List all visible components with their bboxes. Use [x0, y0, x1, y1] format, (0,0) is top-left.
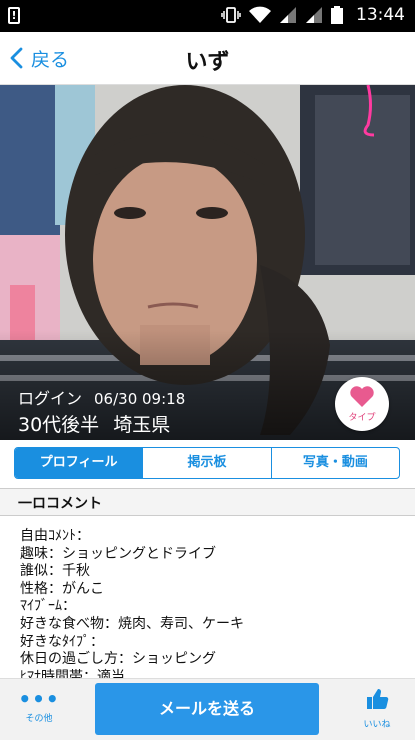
more-label: その他	[25, 714, 53, 724]
tab-profile[interactable]: プロフィール	[15, 448, 144, 478]
login-label: ログイン	[18, 389, 83, 408]
more-button[interactable]: ••• その他	[14, 689, 64, 724]
login-info: ログイン 06/30 09:18	[18, 385, 185, 409]
status-time: 13:44	[356, 5, 405, 25]
heart-icon	[350, 386, 374, 407]
tab-photos-videos[interactable]: 写真・動画	[272, 448, 399, 478]
tab-bulletin-board[interactable]: 掲示板	[143, 448, 272, 478]
login-time: 06/30 09:18	[94, 390, 186, 408]
signal-2-icon	[306, 7, 322, 23]
profile-tabs: プロフィール 掲示板 写真・動画	[14, 447, 400, 479]
prefecture-text: 埼玉県	[113, 414, 171, 436]
thumbs-up-icon	[367, 689, 389, 709]
type-label: タイプ	[348, 413, 376, 423]
page-title: いず	[185, 50, 230, 75]
type-button[interactable]: タイプ	[335, 377, 389, 431]
comment-line: 性格：がんこ	[20, 580, 104, 597]
vibrate-icon	[221, 7, 241, 23]
comment-line: 趣味：ショッピングとドライブ	[20, 545, 216, 562]
comment-section-header: 一ロコメント	[0, 488, 415, 516]
comment-line: 好きな食べ物：焼肉、寿司、ケーキ	[20, 615, 244, 632]
profile-summary: 30代後半 埼玉県	[18, 410, 170, 437]
status-icons	[221, 6, 343, 24]
battery-icon	[331, 6, 343, 24]
profile-photo[interactable]: ログイン 06/30 09:18 30代後半 埼玉県 タイプ	[0, 85, 415, 440]
navigation-bar: 戻る いず	[0, 32, 415, 85]
bottom-action-bar: ••• その他 メールを送る いいね	[0, 678, 415, 740]
comment-line: 休日の過ごし方：ショッピング	[20, 651, 216, 668]
comment-line: 好きなﾀｲﾌﾟ：	[20, 633, 104, 650]
comment-body: 自由ｺﾒﾝﾄ： 趣味：ショッピングとドライブ 誰似：千秋 性格：がんこ ﾏｲﾌﾞ…	[20, 528, 400, 686]
more-dots-icon: •••	[18, 687, 60, 711]
wifi-icon	[249, 6, 271, 23]
alert-icon: !	[8, 7, 20, 24]
like-label: いいね	[363, 720, 391, 730]
signal-1-icon	[280, 7, 296, 23]
comment-heading: 一ロコメント	[18, 496, 102, 512]
send-mail-button[interactable]: メールを送る	[95, 683, 319, 735]
comment-line: 自由ｺﾒﾝﾄ：	[20, 528, 90, 544]
status-bar: ! 13:44	[0, 0, 415, 32]
like-button[interactable]: いいね	[352, 687, 402, 730]
comment-line: ﾏｲﾌﾞｰﾑ：	[20, 598, 76, 615]
comment-line: 誰似：千秋	[20, 563, 90, 580]
age-text: 30代後半	[18, 414, 100, 436]
